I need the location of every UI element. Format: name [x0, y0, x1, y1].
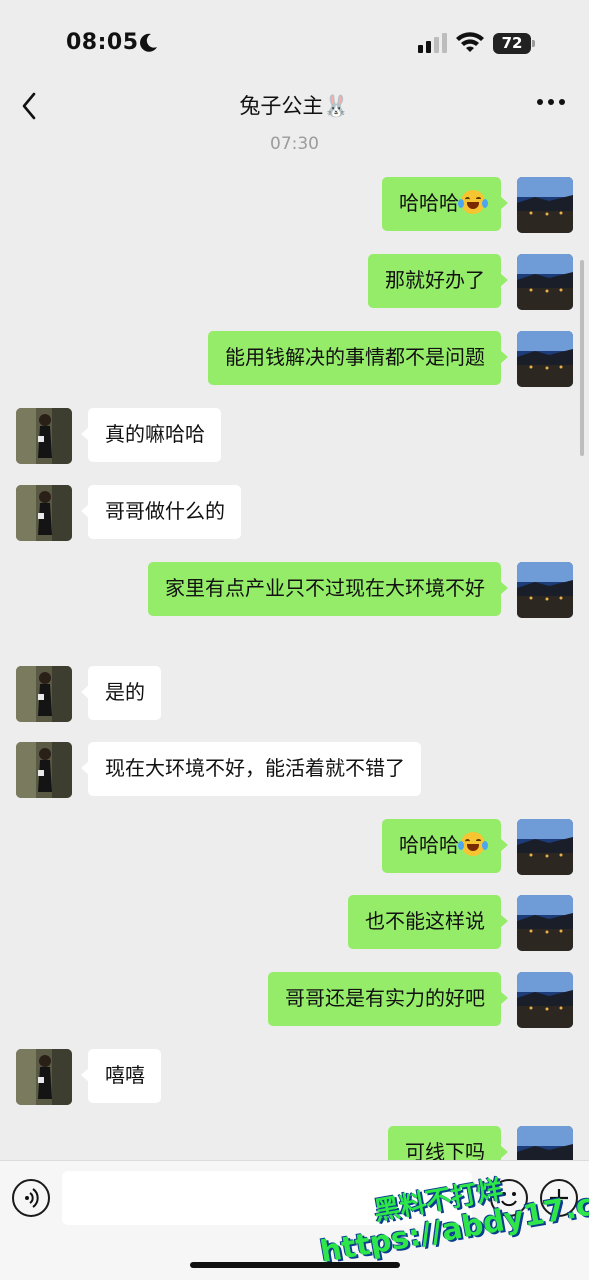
wifi-icon: [456, 32, 484, 52]
message-bubble[interactable]: 现在大环境不好，能活着就不错了: [81, 742, 421, 796]
signal-icon: [418, 33, 447, 53]
self-avatar[interactable]: [517, 819, 573, 875]
peer-avatar[interactable]: [16, 1049, 72, 1105]
message-bubble[interactable]: 哥哥做什么的: [81, 485, 241, 539]
message-text: 哈哈哈: [399, 191, 459, 215]
tears-of-joy-emoji-icon: [458, 190, 488, 214]
self-avatar[interactable]: [517, 972, 573, 1028]
status-bar: 08:05 72: [0, 0, 589, 84]
more-icon[interactable]: [536, 96, 566, 108]
self-avatar[interactable]: [517, 895, 573, 951]
message-bubble[interactable]: 嘻嘻: [81, 1049, 161, 1103]
home-indicator[interactable]: [190, 1262, 400, 1268]
moon-icon: [140, 33, 157, 52]
message-bubble[interactable]: 哈哈哈: [382, 177, 508, 231]
peer-avatar[interactable]: [16, 408, 72, 464]
chat-title: 兔子公主🐰: [239, 94, 350, 118]
peer-avatar[interactable]: [16, 666, 72, 722]
message-bubble[interactable]: 可线下吗: [388, 1126, 508, 1160]
battery-icon: 72: [493, 33, 535, 54]
self-avatar[interactable]: [517, 177, 573, 233]
message-bubble[interactable]: 也不能这样说: [348, 895, 508, 949]
tears-of-joy-emoji-icon: [458, 832, 488, 856]
nav-bar: 兔子公主🐰: [0, 84, 589, 130]
message-bubble[interactable]: 哥哥还是有实力的好吧: [268, 972, 508, 1026]
message-bubble[interactable]: 能用钱解决的事情都不是问题: [208, 331, 508, 385]
message-bubble[interactable]: 家里有点产业只不过现在大环境不好: [148, 562, 508, 616]
chat-timestamp: 07:30: [270, 134, 319, 154]
self-avatar[interactable]: [517, 562, 573, 618]
self-avatar[interactable]: [517, 254, 573, 310]
status-time: 08:05: [66, 30, 139, 55]
scrollbar[interactable]: [580, 260, 584, 456]
message-text: 哈哈哈: [399, 833, 459, 857]
self-avatar[interactable]: [517, 331, 573, 387]
peer-avatar[interactable]: [16, 485, 72, 541]
message-bubble[interactable]: 真的嘛哈哈: [81, 408, 221, 462]
chat-area[interactable]: 哈哈哈 那就好办了 能用钱解决的事情都不是问题 真的嘛哈哈 哥哥做什么的 家里有…: [0, 160, 589, 1160]
message-bubble[interactable]: 是的: [81, 666, 161, 720]
battery-level: 72: [501, 34, 523, 52]
self-avatar[interactable]: [517, 1126, 573, 1160]
peer-avatar[interactable]: [16, 742, 72, 798]
voice-icon[interactable]: [12, 1179, 50, 1217]
message-bubble[interactable]: 哈哈哈: [382, 819, 508, 873]
message-bubble[interactable]: 那就好办了: [368, 254, 508, 308]
